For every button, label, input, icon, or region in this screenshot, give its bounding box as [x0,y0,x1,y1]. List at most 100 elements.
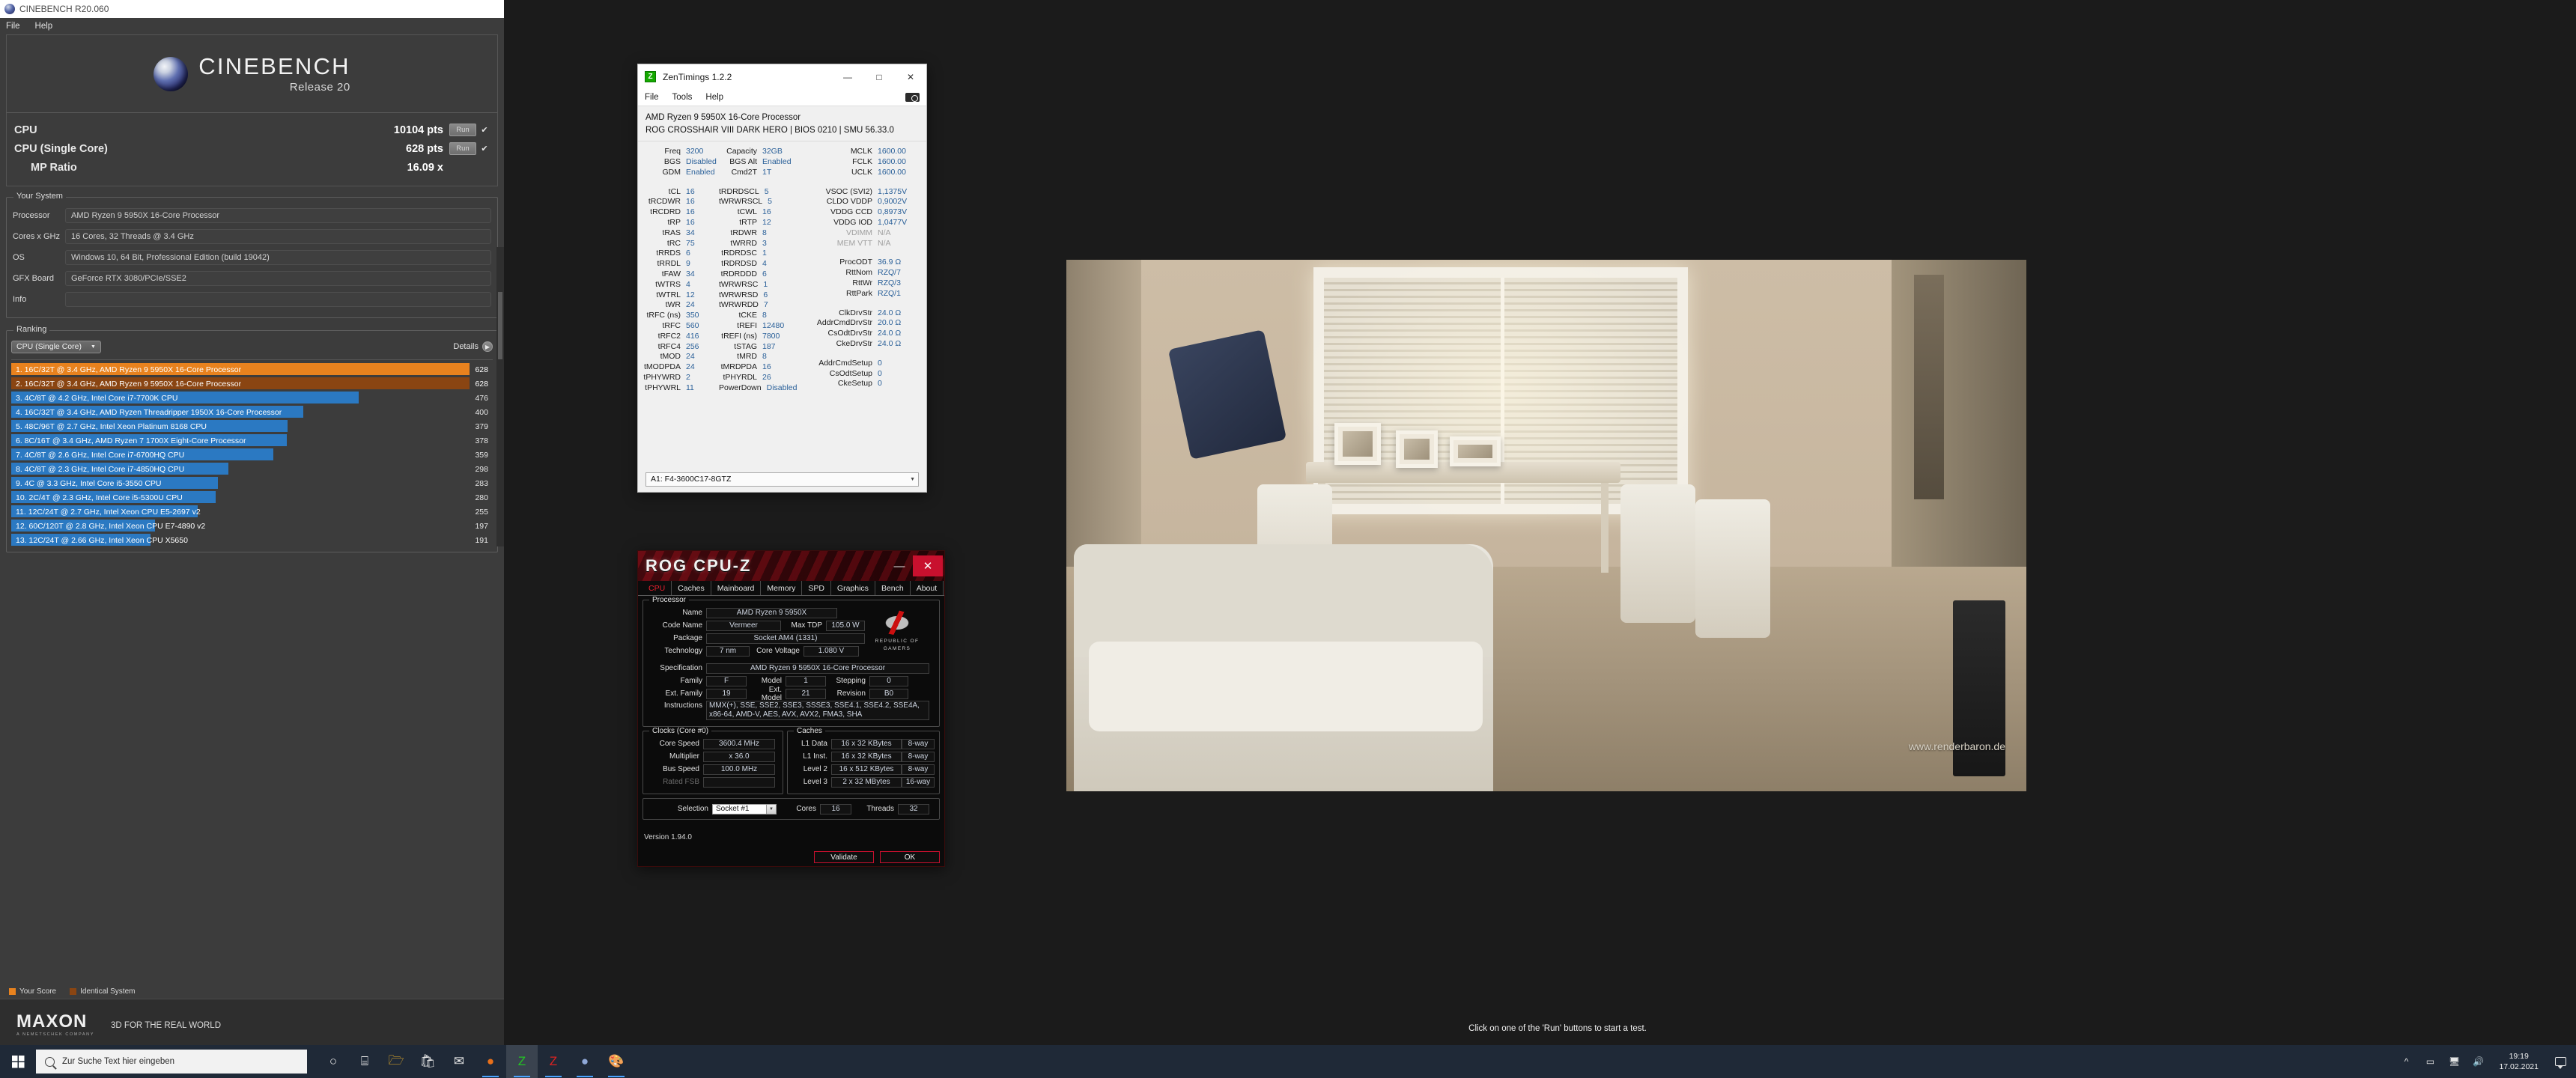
tab-about[interactable]: About [911,581,944,595]
ranking-row[interactable]: 11. 12C/24T @ 2.7 GHz, Intel Xeon CPU E5… [11,505,493,519]
start-button[interactable] [0,1045,36,1078]
timing-row-trrds: tRRDS 6 [643,249,719,259]
file-explorer-icon[interactable]: 🗁 [380,1045,412,1078]
taskbar-tray: ^ ▭ 🖥 🔊 19:19 17.02.2021 [2394,1045,2576,1078]
close-button[interactable]: ✕ [913,555,943,576]
ranking-list: 1. 16C/32T @ 3.4 GHz, AMD Ryzen 9 5950X … [11,359,493,547]
ranking-row[interactable]: 10. 2C/4T @ 2.3 GHz, Intel Core i5-5300U… [11,490,493,505]
dimm-selector[interactable]: A1: F4-3600C17-8GTZ ▼ [645,472,919,487]
ranking-row[interactable]: 7. 4C/8T @ 2.6 GHz, Intel Core i7-6700HQ… [11,448,493,462]
rog-badge: REPUBLIC OF GAMERS [863,606,932,653]
search-input[interactable]: Zur Suche Text hier eingeben [36,1050,307,1074]
run-button-cpu-single[interactable]: Run [449,142,476,155]
cortana-icon[interactable]: ○ [318,1045,349,1078]
mp-ratio-value: 16.09 x [407,161,443,174]
ranking-row[interactable]: 8. 4C/8T @ 2.3 GHz, Intel Core i7-4850HQ… [11,462,493,476]
revision-value: B0 [869,688,908,699]
screenshot-camera-icon[interactable] [905,93,920,102]
ranking-row[interactable]: 1. 16C/32T @ 3.4 GHz, AMD Ryzen 9 5950X … [11,362,493,377]
cache-size: 2 x 32 MBytes [831,776,902,788]
screen-capture-icon[interactable]: ▭ [2418,1045,2442,1078]
timing-value: 24.0 Ω [878,329,902,338]
maximize-button[interactable]: □ [863,64,895,89]
ranking-row[interactable]: 3. 4C/8T @ 4.2 GHz, Intel Core i7-7700K … [11,391,493,405]
timing-value: 1,0477V [878,218,908,228]
timing-label: tRDRDSCL [719,186,759,196]
tab-graphics[interactable]: Graphics [831,581,875,595]
timing-row-trfc4: tRFC4 256 [643,341,719,352]
timing-row-csodtsetup: CsOdtSetup 0 [795,368,915,379]
clock[interactable]: 19:19 17.02.2021 [2490,1051,2548,1072]
mail-icon-glyph: ✉ [453,1054,465,1068]
ranking-row[interactable]: 6. 8C/16T @ 3.4 GHz, AMD Ryzen 7 1700X E… [11,433,493,448]
file-explorer-icon-glyph: 🗁 [388,1053,404,1068]
timing-label: tRC [666,238,681,248]
timing-value: 350 [686,311,699,320]
timing-row-trcdwr: tRCDWR 16 [643,197,719,207]
timing-value: 16 [686,186,695,196]
ranking-mode-select[interactable]: CPU (Single Core) ▼ [11,340,101,353]
zt-menu-tools[interactable]: Tools [672,93,693,102]
ok-button[interactable]: OK [880,851,940,863]
show-hidden-icons[interactable]: ^ [2394,1045,2418,1078]
codename-label: Code Name [662,621,702,630]
cache-row-level-3: Level 3 2 x 32 MBytes 16-way [792,776,935,788]
timing-value: 1 [762,249,767,258]
tab-spd[interactable]: SPD [802,581,831,595]
timing-row-bgs: BGS Disabled [643,156,719,167]
tab-cpu[interactable]: CPU [643,581,672,595]
validate-button[interactable]: Validate [814,851,874,863]
timing-value: 2 [686,372,690,382]
ranking-row[interactable]: 5. 48C/96T @ 2.7 GHz, Intel Xeon Platinu… [11,419,493,433]
cinebench-icon[interactable]: ● [569,1045,601,1078]
timing-value: 24 [686,362,695,372]
task-view-icon[interactable]: ⌸ [349,1045,380,1078]
notification-center-icon[interactable] [2548,1045,2573,1078]
mail-icon[interactable]: ✉ [443,1045,475,1078]
cinebench-footer: MAXON A NEMETSCHEK COMPANY 3D FOR THE RE… [0,999,504,1051]
ranking-row[interactable]: 12. 60C/120T @ 2.8 GHz, Intel Xeon CPU E… [11,519,493,533]
microsoft-store-icon[interactable]: 🛍 [412,1045,443,1078]
network-icon[interactable]: 🖥 [2442,1045,2466,1078]
zt-menu-file[interactable]: File [645,93,659,102]
volume-icon[interactable]: 🔊 [2466,1045,2490,1078]
ranking-row-score: 476 [475,393,488,403]
firefox-icon[interactable]: ● [475,1045,506,1078]
score-value-cpu-single: 628 pts [406,142,443,155]
tab-mainboard[interactable]: Mainboard [711,581,762,595]
search-icon [45,1056,55,1067]
ranking-row[interactable]: 13. 12C/24T @ 2.66 GHz, Intel Xeon CPU X… [11,533,493,547]
ranking-scrollbar[interactable] [496,247,504,546]
scrollbar-thumb[interactable] [498,292,502,359]
dimm-selector-value: A1: F4-3600C17-8GTZ [651,475,732,484]
ranking-row-score: 191 [475,535,488,545]
timing-label: CLDO VDDP [826,197,872,207]
minimize-button[interactable]: — [886,551,913,581]
socket-selector[interactable]: Socket #1 ▼ [712,803,777,814]
run-button-cpu[interactable]: Run [449,124,476,136]
close-button[interactable]: ✕ [895,64,926,89]
menu-file[interactable]: File [6,22,20,31]
ranking-row[interactable]: 4. 16C/32T @ 3.4 GHz, AMD Ryzen Threadri… [11,405,493,419]
paint-icon[interactable]: 🎨 [601,1045,632,1078]
ranking-row[interactable]: 2. 16C/32T @ 3.4 GHz, AMD Ryzen 9 5950X … [11,377,493,391]
timing-row-addrcmdsetup: AddrCmdSetup 0 [795,358,915,368]
timing-row-tcke: tCKE 8 [719,310,795,320]
tab-memory[interactable]: Memory [761,581,803,595]
system-field-cores-x-ghz: Cores x GHz 16 Cores, 32 Threads @ 3.4 GH… [13,228,491,246]
cpuz-icon[interactable]: Z [538,1045,569,1078]
tab-bench[interactable]: Bench [875,581,911,595]
timing-label: tRDRDSD [721,259,757,269]
zentimings-icon[interactable]: Z [506,1045,538,1078]
tab-caches[interactable]: Caches [672,581,711,595]
score-value-cpu: 10104 pts [393,124,443,136]
menu-help[interactable]: Help [35,22,53,31]
zt-menu-help[interactable]: Help [705,93,723,102]
cpuz-processor-section: Processor REPUBLIC OF GAMERS Name AMD Ry… [643,596,940,727]
system-field-gfx-board: GFX Board GeForce RTX 3080/PCIe/SSE2 [13,270,491,287]
minimize-button[interactable]: — [832,64,863,89]
timing-row-tfaw: tFAW 34 [643,269,719,279]
details-button[interactable]: ▶ [482,341,493,352]
ranking-row-score: 379 [475,421,488,431]
ranking-row[interactable]: 9. 4C @ 3.3 GHz, Intel Core i5-3550 CPU 2… [11,476,493,490]
